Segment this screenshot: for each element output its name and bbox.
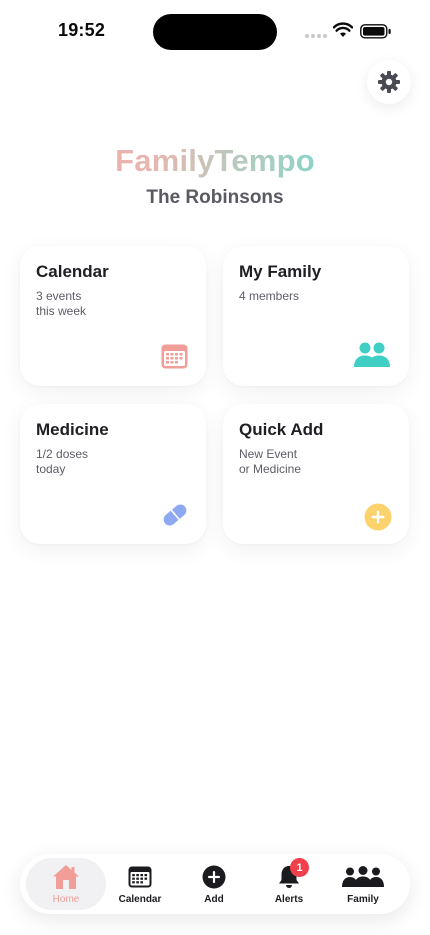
tab-icon-wrap: 1 [277,858,309,890]
quick-add-card[interactable]: Quick Add New Event or Medicine [223,404,409,544]
card-title: Quick Add [239,420,324,439]
card-subtitle-line: today [36,462,66,476]
calendar-card[interactable]: Calendar 3 events this week [20,246,206,386]
tab-label: Add [204,894,224,905]
family-name: The Robinsons [146,187,284,208]
card-subtitle-line: New Event [239,447,298,461]
card-subtitle-line: 3 events [36,289,82,303]
my-family-card[interactable]: My Family 4 members [223,246,409,386]
card-title: Medicine [36,420,109,439]
tab-calendar[interactable]: Calendar [110,854,170,914]
card-title: My Family [239,262,322,281]
card-subtitle: 3 events this week [36,289,86,319]
tab-alerts[interactable]: 1 Alerts [259,854,319,914]
wifi-icon [333,22,353,37]
alerts-badge: 1 [290,858,309,877]
dynamic-island [153,14,277,50]
tab-icon-wrap [128,864,152,890]
tab-home[interactable]: Home [26,858,106,910]
settings-button[interactable] [367,60,411,104]
battery-icon [360,24,391,39]
card-subtitle-line: 1/2 doses [36,447,89,461]
card-subtitle-line: this week [36,304,87,318]
people-icon [342,866,384,887]
tab-label: Family [347,894,379,905]
card-subtitle: 1/2 doses today [36,447,88,477]
status-time: 19:52 [58,20,106,40]
tab-bar: Home Calendar Add 1 Alerts Family [20,854,410,914]
tab-add[interactable]: Add [184,854,244,914]
tab-label: Alerts [274,894,304,905]
tab-label: Calendar [118,894,162,905]
plus-circle-icon [202,865,226,889]
card-subtitle-line: 4 members [239,289,300,303]
calendar-icon [128,866,152,888]
card-subtitle-line: or Medicine [239,462,302,476]
medicine-card[interactable]: Medicine 1/2 doses today [20,404,206,544]
plus-circle-icon [364,503,392,531]
card-title: Calendar [36,262,109,281]
calendar-icon [161,344,188,369]
pill-icon [163,504,187,526]
card-subtitle: 4 members [239,289,299,304]
status-bar: 19:52 [0,0,430,60]
home-icon [53,865,79,889]
tab-icon-wrap [52,864,80,890]
gear-icon [378,71,400,93]
tab-label: Home [52,894,80,905]
app-title: FamilyTempo [0,143,430,179]
tab-icon-wrap [202,864,226,890]
people-icon [354,342,390,367]
tab-icon-wrap [342,864,384,890]
tab-family[interactable]: Family [333,854,393,914]
card-subtitle: New Event or Medicine [239,447,301,477]
cellular-signal-icon [305,34,327,38]
